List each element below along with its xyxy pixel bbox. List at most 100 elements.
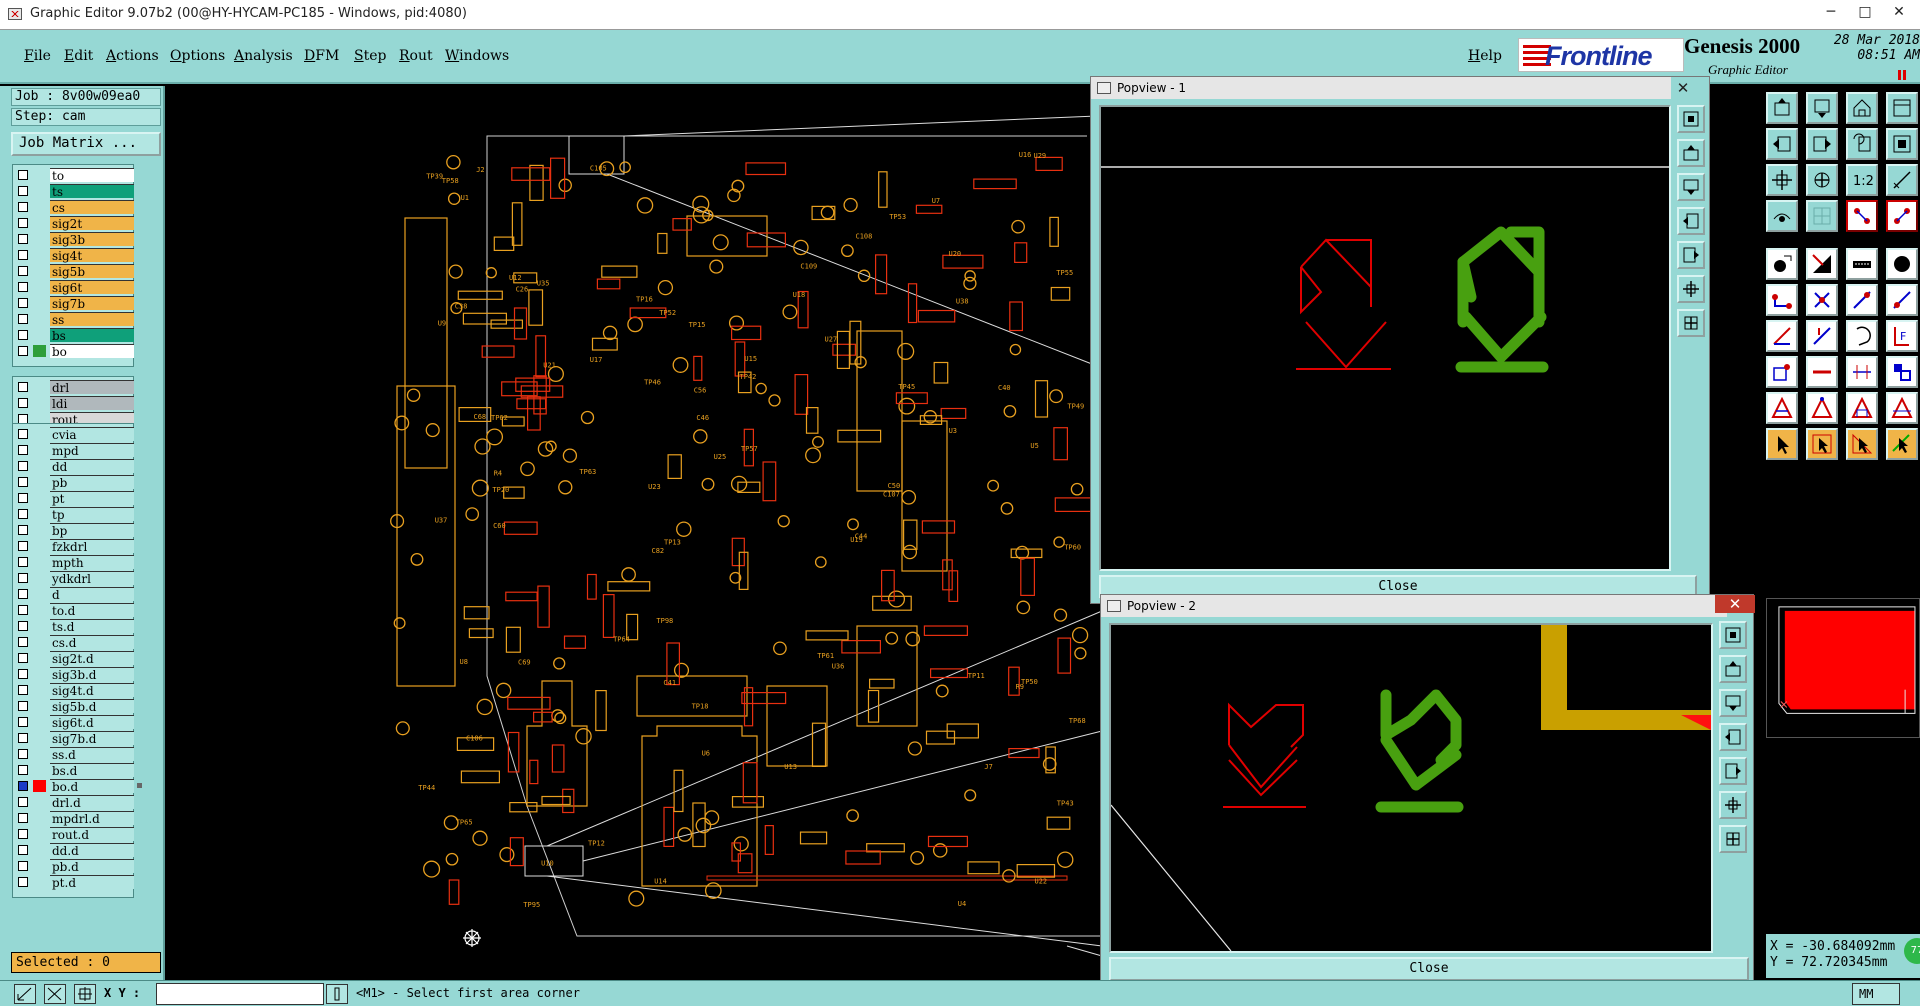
- layer-row[interactable]: rout.d: [13, 826, 134, 842]
- layer-row[interactable]: cs.d: [13, 634, 134, 650]
- layer-row[interactable]: bp: [13, 522, 134, 538]
- layer-checkbox[interactable]: [18, 573, 28, 583]
- layer-name[interactable]: bo.d: [50, 779, 134, 794]
- layer-checkbox[interactable]: [18, 186, 28, 196]
- layer-name[interactable]: sig3b.d: [50, 667, 134, 682]
- layer-checkbox[interactable]: [18, 653, 28, 663]
- layer-name[interactable]: pt: [50, 491, 134, 506]
- menu-edit[interactable]: Edit: [64, 48, 93, 64]
- pv-pan-left-icon[interactable]: [1677, 207, 1705, 235]
- layer-name[interactable]: sig5b.d: [50, 699, 134, 714]
- route-icon[interactable]: [1886, 284, 1918, 316]
- snap-pad-icon[interactable]: [1766, 356, 1798, 388]
- layer-checkbox[interactable]: [18, 218, 28, 228]
- layer-color-indicator[interactable]: [33, 844, 46, 856]
- layer-color-indicator[interactable]: [33, 313, 46, 325]
- layer-checkbox[interactable]: [18, 250, 28, 260]
- layer-checkbox[interactable]: [18, 314, 28, 324]
- layer-name[interactable]: cs: [50, 200, 134, 215]
- pv-zoom-in-icon[interactable]: [1677, 275, 1705, 303]
- layer-color-indicator[interactable]: [33, 540, 46, 552]
- add-line-icon[interactable]: [1766, 284, 1798, 316]
- add-surface-icon[interactable]: [1806, 248, 1838, 280]
- pv2-pan-right-icon[interactable]: [1719, 757, 1747, 785]
- select-pointer-icon[interactable]: [1766, 428, 1798, 460]
- layer-color-indicator[interactable]: [33, 652, 46, 664]
- close-window-button[interactable]: ✕: [1886, 2, 1912, 22]
- layer-color-indicator[interactable]: [33, 265, 46, 277]
- units-selector[interactable]: MM: [1852, 983, 1900, 1005]
- layer-name[interactable]: mpth: [50, 555, 134, 570]
- layer-row[interactable]: ldi: [13, 395, 134, 411]
- layer-checkbox[interactable]: [18, 382, 28, 392]
- popview-2-x-button[interactable]: ✕: [1715, 595, 1755, 613]
- layer-row[interactable]: sig5b: [13, 263, 134, 279]
- layer-color-indicator[interactable]: [33, 476, 46, 488]
- layer-name[interactable]: mpdrl.d: [50, 811, 134, 826]
- layer-row[interactable]: tp: [13, 506, 134, 522]
- menu-help[interactable]: Help: [1468, 48, 1502, 64]
- layer-color-indicator[interactable]: [33, 572, 46, 584]
- measure-icon[interactable]: [1886, 164, 1918, 196]
- layer-name[interactable]: bs.d: [50, 763, 134, 778]
- select-area-icon[interactable]: [1806, 428, 1838, 460]
- pv-pan-right-icon[interactable]: [1677, 241, 1705, 269]
- layer-color-indicator[interactable]: [33, 381, 46, 393]
- layer-color-indicator[interactable]: [33, 812, 46, 824]
- layer-name[interactable]: pt.d: [50, 875, 134, 890]
- net-compare-icon[interactable]: [1886, 200, 1918, 232]
- popview-2-close-button[interactable]: Close: [1109, 957, 1749, 981]
- layer-color-indicator[interactable]: [33, 233, 46, 245]
- layer-color-indicator[interactable]: [33, 796, 46, 808]
- layer-checkbox[interactable]: [18, 509, 28, 519]
- layer-row[interactable]: bo.d: [13, 778, 142, 794]
- layer-color-indicator[interactable]: [33, 217, 46, 229]
- layer-checkbox[interactable]: [18, 557, 28, 567]
- select-net-icon[interactable]: [1886, 428, 1918, 460]
- pad-array-icon[interactable]: [1886, 356, 1918, 388]
- layer-color-indicator[interactable]: [33, 492, 46, 504]
- minimize-button[interactable]: ─: [1818, 2, 1844, 22]
- layer-color-indicator[interactable]: [33, 329, 46, 341]
- layer-row[interactable]: pb: [13, 474, 134, 490]
- layer-name[interactable]: ts: [50, 184, 134, 199]
- layer-row[interactable]: sig5b.d: [13, 698, 134, 714]
- polygon-icon[interactable]: [1766, 392, 1798, 424]
- zoom-fit-icon[interactable]: [1886, 128, 1918, 160]
- layer-color-indicator[interactable]: [33, 249, 46, 261]
- layer-row[interactable]: sig6t: [13, 279, 134, 295]
- layer-row[interactable]: bs.d: [13, 762, 134, 778]
- layer-color-indicator[interactable]: [33, 604, 46, 616]
- layer-checkbox[interactable]: [18, 461, 28, 471]
- layer-row[interactable]: mpd: [13, 442, 134, 458]
- layer-checkbox[interactable]: [18, 202, 28, 212]
- layer-name[interactable]: bo: [50, 344, 134, 359]
- pan-right-icon[interactable]: [1806, 128, 1838, 160]
- menu-file[interactable]: File: [24, 48, 51, 64]
- xy-enter-icon[interactable]: [326, 984, 348, 1004]
- layer-color-indicator[interactable]: [33, 764, 46, 776]
- zoom-in-icon[interactable]: [1766, 164, 1798, 196]
- grid-snap-icon[interactable]: [74, 984, 96, 1004]
- zoom-ratio-icon[interactable]: 1:2: [1846, 164, 1878, 196]
- layer-checkbox[interactable]: [18, 541, 28, 551]
- layer-row[interactable]: sig6t.d: [13, 714, 134, 730]
- layer-name[interactable]: sig2t.d: [50, 651, 134, 666]
- layer-color-indicator[interactable]: [33, 780, 46, 792]
- layer-row[interactable]: pt.d: [13, 874, 134, 890]
- layer-checkbox[interactable]: [18, 234, 28, 244]
- pv2-pan-left-icon[interactable]: [1719, 723, 1747, 751]
- layer-color-indicator[interactable]: [33, 508, 46, 520]
- layer-row[interactable]: dd.d: [13, 842, 134, 858]
- maximize-button[interactable]: □: [1852, 2, 1878, 22]
- layer-checkbox[interactable]: [18, 493, 28, 503]
- move-icon[interactable]: [1806, 284, 1838, 316]
- layer-color-indicator[interactable]: [33, 460, 46, 472]
- layer-name[interactable]: ldi: [50, 396, 134, 411]
- pv-zoom-home-icon[interactable]: [1677, 105, 1705, 133]
- layer-color-indicator[interactable]: [33, 397, 46, 409]
- layer-row[interactable]: dd: [13, 458, 134, 474]
- layer-checkbox[interactable]: [18, 445, 28, 455]
- layer-color-indicator[interactable]: [33, 860, 46, 872]
- layer-color-indicator[interactable]: [33, 748, 46, 760]
